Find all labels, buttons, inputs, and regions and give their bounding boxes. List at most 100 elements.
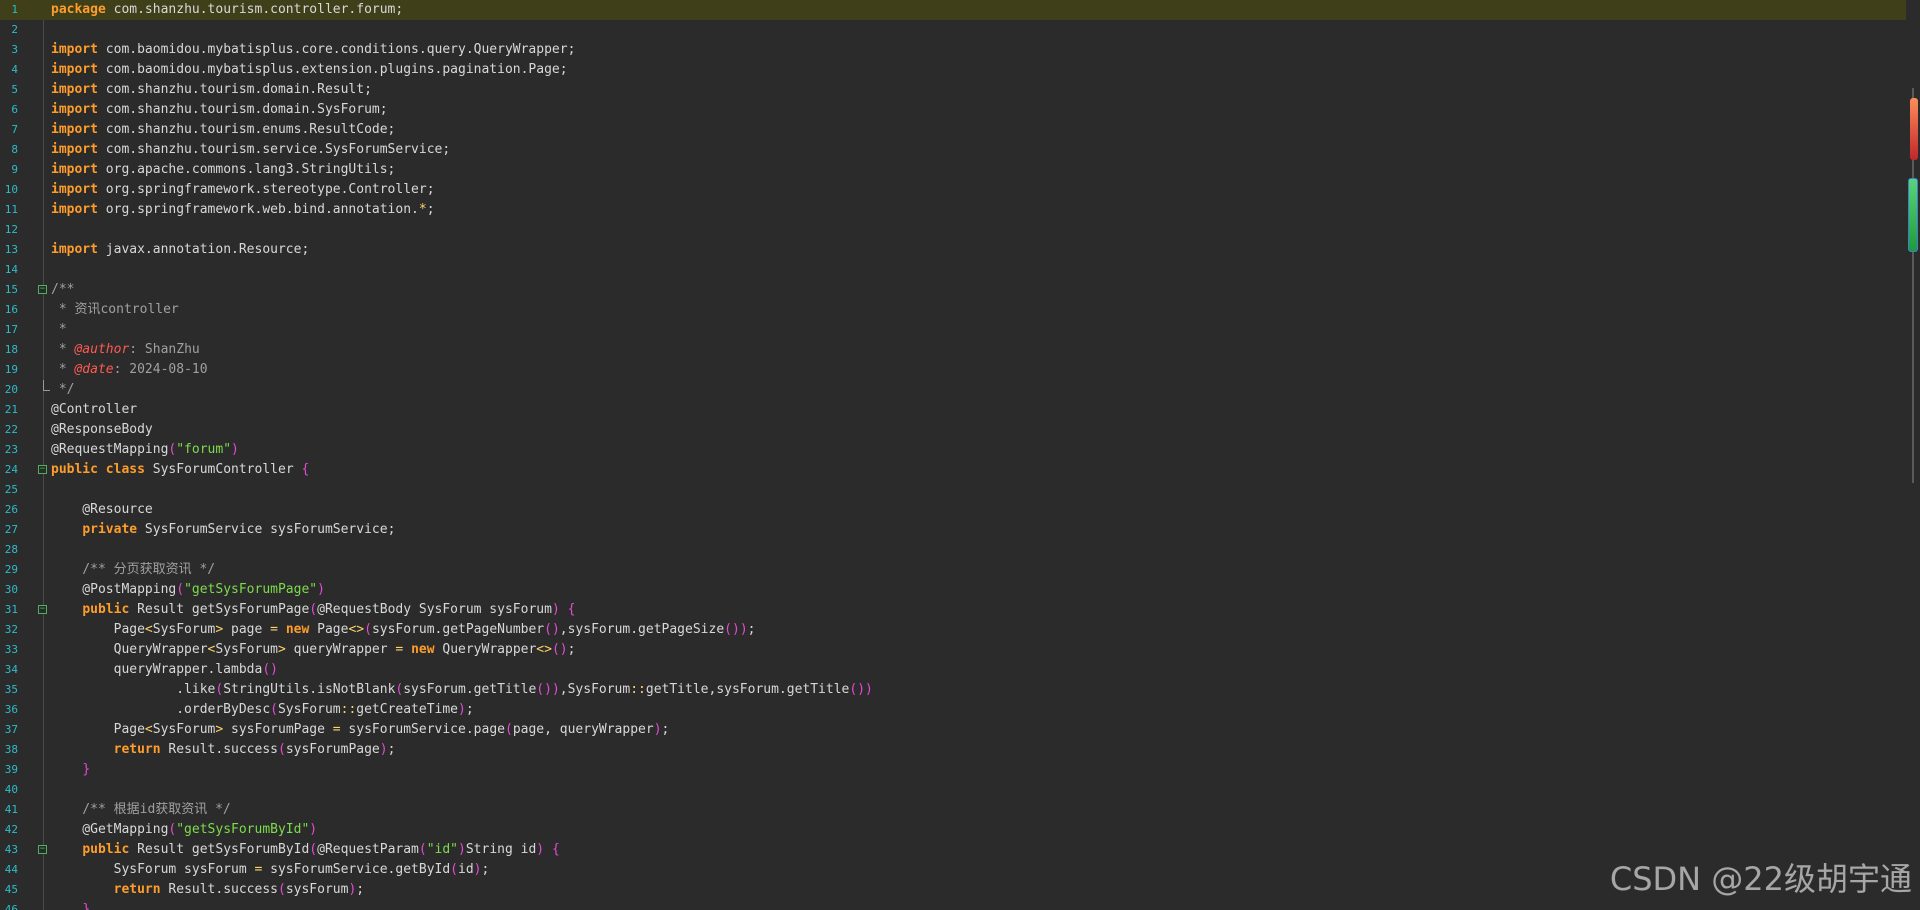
vertical-scrollbar[interactable] <box>1906 0 1920 910</box>
line-number: 45 <box>4 883 18 896</box>
line-number: 38 <box>4 743 18 756</box>
line-number: 42 <box>4 823 18 836</box>
code-line[interactable]: 28 <box>0 540 1906 560</box>
code-line[interactable]: 7 import com.shanzhu.tourism.enums.Result… <box>0 120 1906 140</box>
code-line[interactable]: 11 import org.springframework.web.bind.an… <box>0 200 1906 220</box>
code-line[interactable]: 35 .like(StringUtils.isNotBlank(sysForum… <box>0 680 1906 700</box>
code-editor[interactable]: 1 package com.shanzhu.tourism.controller.… <box>0 0 1920 910</box>
code-line[interactable]: 22 @ResponseBody <box>0 420 1906 440</box>
line-number: 17 <box>4 323 18 336</box>
code-line[interactable]: 33 QueryWrapper<SysForum> queryWrapper =… <box>0 640 1906 660</box>
fold-toggle-icon[interactable]: − <box>38 605 47 614</box>
line-text: */ <box>51 382 75 397</box>
code-line[interactable]: 16 * 资讯controller <box>0 300 1906 320</box>
code-line[interactable]: 2 <box>0 20 1906 40</box>
code-line[interactable]: 18 * @author: ShanZhu <box>0 340 1906 360</box>
code-line[interactable]: 6 import com.shanzhu.tourism.domain.SysFo… <box>0 100 1906 120</box>
fold-end-marker <box>43 380 50 391</box>
line-number: 16 <box>4 303 18 316</box>
line-number: 11 <box>4 203 18 216</box>
line-number: 43 <box>4 843 18 856</box>
code-line[interactable]: 17 * <box>0 320 1906 340</box>
line-number: 9 <box>11 163 18 176</box>
line-text: @ResponseBody <box>51 422 153 437</box>
line-number: 33 <box>4 643 18 656</box>
code-line[interactable]: 30 @PostMapping("getSysForumPage") <box>0 580 1906 600</box>
line-number: 35 <box>4 683 18 696</box>
line-text: import org.apache.commons.lang3.StringUt… <box>51 162 396 177</box>
code-line[interactable]: 9 import org.apache.commons.lang3.StringU… <box>0 160 1906 180</box>
code-line[interactable]: 20 */ <box>0 380 1906 400</box>
code-line[interactable]: 27 private SysForumService sysForumServi… <box>0 520 1906 540</box>
line-number: 27 <box>4 523 18 536</box>
line-number: 12 <box>4 223 18 236</box>
code-area[interactable]: 1 package com.shanzhu.tourism.controller.… <box>0 0 1906 910</box>
code-line[interactable]: 26 @Resource <box>0 500 1906 520</box>
code-line[interactable]: 25 <box>0 480 1906 500</box>
code-line[interactable]: 14 <box>0 260 1906 280</box>
line-number: 28 <box>4 543 18 556</box>
code-line[interactable]: 32 Page<SysForum> page = new Page<>(sysF… <box>0 620 1906 640</box>
line-text: import com.baomidou.mybatisplus.extensio… <box>51 62 568 77</box>
code-line[interactable]: 34 queryWrapper.lambda() <box>0 660 1906 680</box>
code-line[interactable]: 8 import com.shanzhu.tourism.service.SysF… <box>0 140 1906 160</box>
code-line[interactable]: 13 import javax.annotation.Resource; <box>0 240 1906 260</box>
code-line[interactable]: 3 import com.baomidou.mybatisplus.core.co… <box>0 40 1906 60</box>
line-number: 23 <box>4 443 18 456</box>
line-number: 25 <box>4 483 18 496</box>
line-number: 7 <box>11 123 18 136</box>
line-number: 44 <box>4 863 18 876</box>
scrollbar-marker-red[interactable] <box>1910 98 1918 160</box>
line-number: 37 <box>4 723 18 736</box>
code-line[interactable]: 37 Page<SysForum> sysForumPage = sysForu… <box>0 720 1906 740</box>
line-number: 19 <box>4 363 18 376</box>
line-text: return Result.success(sysForum); <box>113 882 365 897</box>
line-number: 40 <box>4 783 18 796</box>
code-line[interactable]: 15 −/** <box>0 280 1906 300</box>
line-number: 1 <box>11 3 18 16</box>
line-text: Page<SysForum> sysForumPage = sysForumSe… <box>51 722 670 737</box>
code-line[interactable]: 24 − public class SysForumController { <box>0 460 1906 480</box>
line-text: import com.shanzhu.tourism.enums.ResultC… <box>51 122 396 137</box>
code-line[interactable]: 5 import com.shanzhu.tourism.domain.Resul… <box>0 80 1906 100</box>
line-text: @Resource <box>51 502 153 517</box>
code-line[interactable]: 12 <box>0 220 1906 240</box>
line-number: 4 <box>11 63 18 76</box>
line-number: 15 <box>4 283 18 296</box>
fold-toggle-icon[interactable]: − <box>38 465 47 474</box>
line-text: /** <box>51 282 75 297</box>
code-line[interactable]: 36 .orderByDesc(SysForum::getCreateTime)… <box>0 700 1906 720</box>
line-number: 46 <box>4 903 18 910</box>
line-text: import com.shanzhu.tourism.domain.SysFor… <box>51 102 388 117</box>
line-number: 10 <box>4 183 18 196</box>
line-text: QueryWrapper<SysForum> queryWrapper = ne… <box>51 642 576 657</box>
line-text: import com.shanzhu.tourism.service.SysFo… <box>51 142 451 157</box>
code-line[interactable]: 39 } <box>0 760 1906 780</box>
line-text: public Result getSysForumPage(@RequestBo… <box>82 602 576 617</box>
code-line[interactable]: 41 /** 根据id获取资讯 */ <box>0 800 1906 820</box>
line-number: 21 <box>4 403 18 416</box>
line-text: return Result.success(sysForumPage); <box>113 742 396 757</box>
line-text: @RequestMapping("forum") <box>51 442 239 457</box>
code-line[interactable]: 23 @RequestMapping("forum") <box>0 440 1906 460</box>
code-line[interactable]: 10 import org.springframework.stereotype.… <box>0 180 1906 200</box>
code-line[interactable]: 4 import com.baomidou.mybatisplus.extensi… <box>0 60 1906 80</box>
line-text: import com.shanzhu.tourism.domain.Result… <box>51 82 372 97</box>
line-text: .orderByDesc(SysForum::getCreateTime); <box>51 702 474 717</box>
code-line[interactable]: 31 − public Result getSysForumPage(@Reque… <box>0 600 1906 620</box>
line-number: 2 <box>11 23 18 36</box>
code-line[interactable]: 38 return Result.success(sysForumPage); <box>0 740 1906 760</box>
line-text: } <box>82 762 91 777</box>
code-line[interactable]: 40 <box>0 780 1906 800</box>
code-line[interactable]: 46 } <box>0 900 1906 910</box>
scrollbar-thumb[interactable] <box>1908 178 1918 252</box>
line-number: 20 <box>4 383 18 396</box>
code-line[interactable]: 19 * @date: 2024-08-10 <box>0 360 1906 380</box>
code-line[interactable]: 1 package com.shanzhu.tourism.controller.… <box>0 0 1906 20</box>
code-line[interactable]: 42 @GetMapping("getSysForumById") <box>0 820 1906 840</box>
fold-toggle-icon[interactable]: − <box>38 285 47 294</box>
code-line[interactable]: 29 /** 分页获取资讯 */ <box>0 560 1906 580</box>
fold-toggle-icon[interactable]: − <box>38 845 47 854</box>
code-line[interactable]: 21 @Controller <box>0 400 1906 420</box>
line-text: @PostMapping("getSysForumPage") <box>51 582 325 597</box>
